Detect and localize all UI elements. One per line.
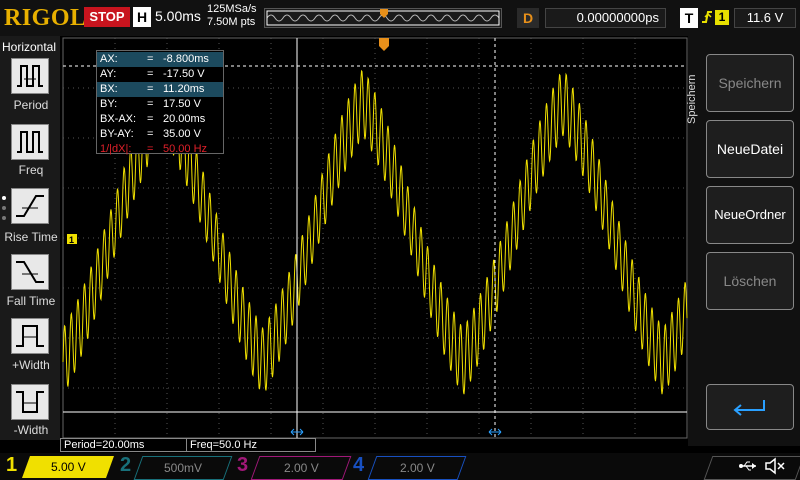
channel-4-number[interactable]: 4 <box>353 454 364 477</box>
channel-1-number[interactable]: 1 <box>6 454 17 477</box>
negative-width-icon <box>16 391 44 413</box>
period-label: Period <box>13 98 49 112</box>
run-stop-indicator[interactable]: STOP <box>84 7 130 27</box>
new-file-softkey[interactable]: NeueDatei <box>706 120 794 178</box>
cursor-eq: = <box>147 113 154 125</box>
memory-position-bar[interactable] <box>264 8 502 28</box>
channel-4-scale[interactable]: 2.00 V <box>367 456 467 480</box>
usb-icon <box>738 458 758 479</box>
delete-softkey[interactable]: Löschen <box>706 252 794 310</box>
horizontal-timebase[interactable]: 5.00ms <box>155 8 201 24</box>
trigger-source: 1 <box>715 10 729 25</box>
cursor-row: AX: = -8.800ms <box>97 52 223 67</box>
cursor-row: BX-AX: = 20.00ms <box>97 112 223 127</box>
page-indicator <box>2 196 8 224</box>
sample-rate-info: 125MSa/s 7.50M pts <box>207 3 257 29</box>
cursor-key: 1/|dX|: <box>100 143 132 155</box>
save-softkey[interactable]: Speichern <box>706 54 794 112</box>
cursor-key: AY: <box>100 68 117 80</box>
enter-softkey[interactable] <box>706 384 794 430</box>
cursor-key: BY: <box>100 98 118 110</box>
cursor-value: 50.00 Hz <box>163 143 208 155</box>
rising-edge-icon <box>701 8 713 30</box>
cursor-eq: = <box>147 98 154 110</box>
cursor-key: BY-AY: <box>100 128 134 140</box>
fall-time-icon <box>16 261 44 283</box>
cursor-eq: = <box>147 68 154 80</box>
rise-time-icon <box>16 195 44 217</box>
fall-time-label: Fall Time <box>6 294 56 308</box>
cursor-row: AY: = -17.50 V <box>97 67 223 82</box>
period-measurement: Period=20.00ms <box>60 438 188 452</box>
cursor-value: 20.00ms <box>163 113 206 125</box>
speaker-mute-icon <box>764 457 786 480</box>
cursor-key: BX-AX: <box>100 113 137 125</box>
channel-1-scale[interactable]: 5.00 V <box>21 456 115 478</box>
menu-title: Speichern <box>686 74 698 124</box>
cursor-value: 11.20ms <box>163 83 205 95</box>
channel-3-scale[interactable]: 2.00 V <box>250 456 352 480</box>
cursor-eq: = <box>147 128 154 140</box>
fall-time-button[interactable] <box>11 254 49 290</box>
horizontal-label: H <box>133 7 151 27</box>
channel-3-scale-text: 2.00 V <box>283 461 319 475</box>
channel-2-scale-text: 500mV <box>163 461 203 475</box>
period-measure-icon <box>17 65 43 87</box>
cursor-readout-table: AX: = -8.800ms AY: = -17.50 V BX: = 11.20ms BY: = 1… <box>96 50 224 157</box>
memory-depth: 7.50M pts <box>207 16 256 28</box>
enter-return-icon <box>733 400 765 417</box>
frequency-measure-button[interactable] <box>11 124 49 160</box>
cursor-key: AX: <box>100 53 118 65</box>
negative-width-button[interactable] <box>11 384 49 420</box>
rise-time-label: Rise Time <box>4 230 58 244</box>
cursor-eq: = <box>147 83 154 95</box>
channel-1-ground-label: 1 <box>69 235 74 245</box>
cursor-value: 17.50 V <box>163 98 201 110</box>
rise-time-button[interactable] <box>11 188 49 224</box>
channel-3-number[interactable]: 3 <box>237 454 248 477</box>
positive-width-label: +Width <box>12 358 50 372</box>
channel-2-number[interactable]: 2 <box>120 454 131 477</box>
freq-measurement: Freq=50.0 Hz <box>186 438 316 452</box>
frequency-measure-icon <box>17 131 43 153</box>
cursor-key: BX: <box>100 83 118 95</box>
cursor-row: BX: = 11.20ms <box>97 82 223 97</box>
negative-width-label: -Width <box>13 423 49 437</box>
delay-value[interactable]: 0.00000000ps <box>545 8 666 28</box>
cursor-value: -8.800ms <box>163 53 209 65</box>
trigger-level[interactable]: 11.6 V <box>734 8 796 28</box>
trigger-time-marker-icon <box>379 38 389 51</box>
trigger-label: T <box>680 8 698 28</box>
channel-1-scale-text: 5.00 V <box>50 460 86 474</box>
new-folder-softkey[interactable]: NeueOrdner <box>706 186 794 244</box>
delay-label: D <box>517 8 539 28</box>
cursor-value: -17.50 V <box>163 68 205 80</box>
freq-label: Freq <box>18 163 44 177</box>
cursor-row: BY: = 17.50 V <box>97 97 223 112</box>
sample-rate: 125MSa/s <box>207 3 257 15</box>
positive-width-icon <box>16 325 44 347</box>
cursor-eq: = <box>147 143 154 155</box>
cursor-row: 1/|dX|: = 50.00 Hz <box>97 142 223 157</box>
trigger-position-marker <box>380 9 388 18</box>
sidebar-title: Horizontal <box>2 40 57 54</box>
positive-width-button[interactable] <box>11 318 49 354</box>
period-measure-button[interactable] <box>11 58 49 94</box>
memory-waveform-preview <box>266 9 500 26</box>
cursor-row: BY-AY: = 35.00 V <box>97 127 223 142</box>
channel-2-scale[interactable]: 500mV <box>133 456 233 480</box>
brand-logo: RIGOL <box>4 5 87 31</box>
channel-4-scale-text: 2.00 V <box>399 461 435 475</box>
cursor-value: 35.00 V <box>163 128 201 140</box>
cursor-eq: = <box>147 53 154 65</box>
